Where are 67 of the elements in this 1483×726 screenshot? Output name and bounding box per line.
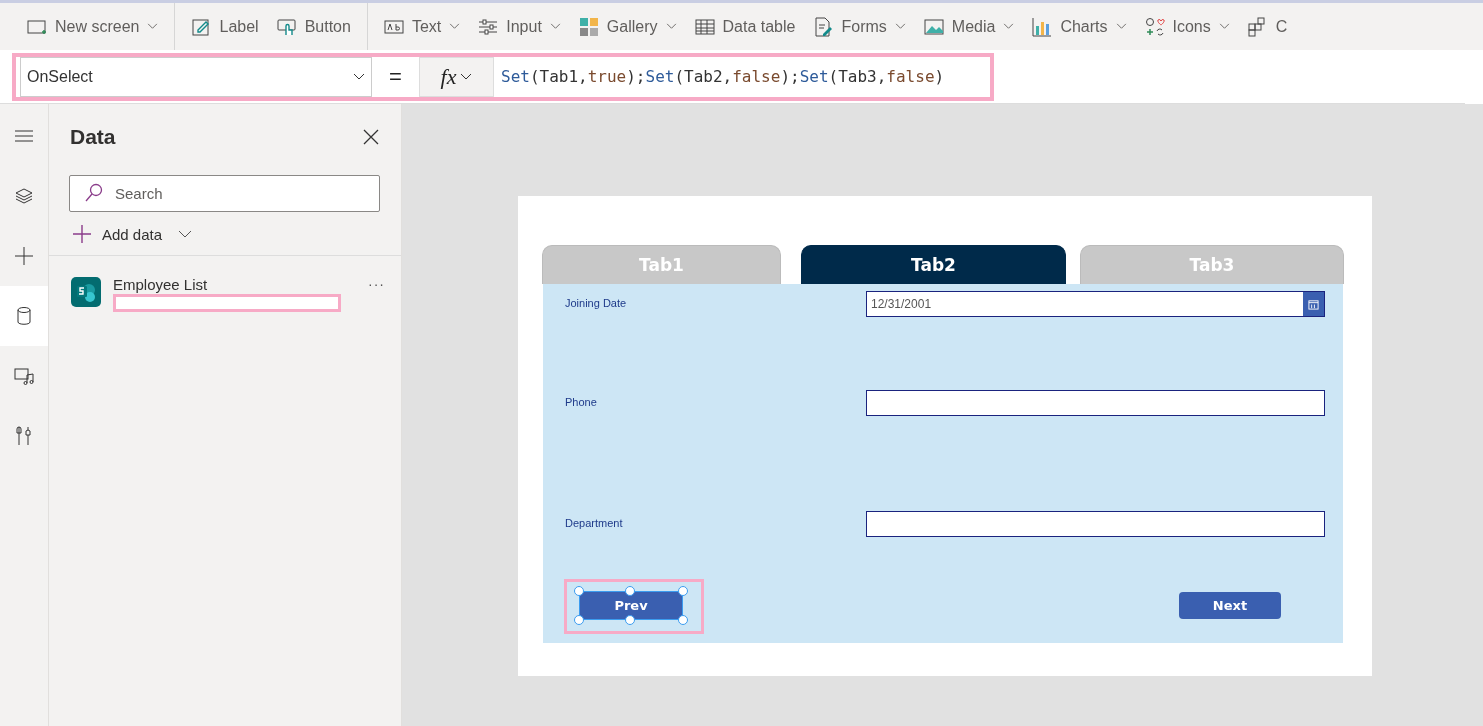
formula-input[interactable]: Set(Tab1,true);Set(Tab2,false);Set(Tab3,false) (494, 56, 986, 97)
app-button[interactable]: Next (1179, 592, 1281, 619)
caret-icon (147, 23, 159, 30)
table-icon (694, 16, 715, 37)
caret-icon (460, 72, 473, 81)
field-label: Joining Date (565, 296, 628, 309)
plus-icon (72, 224, 92, 244)
field-label: Department (565, 516, 624, 529)
property-dropdown[interactable]: OnSelect (20, 56, 372, 97)
toolbar-button[interactable]: C (1238, 8, 1297, 45)
form-icon (813, 16, 834, 37)
layout-icon (1247, 16, 1268, 37)
sliders-icon (478, 16, 499, 37)
caret-icon (353, 72, 365, 81)
selection-handle[interactable] (574, 586, 584, 596)
caret-icon (1218, 23, 1230, 30)
grid-icon (578, 16, 599, 37)
tools-icon (14, 426, 34, 446)
caret-icon (665, 23, 677, 30)
tap-icon (276, 16, 297, 37)
selection-handle[interactable] (678, 615, 688, 625)
caret-icon (178, 230, 193, 238)
layers-icon (14, 186, 34, 206)
toolbar-button[interactable]: Data table (685, 8, 805, 45)
toolbar-button[interactable]: Button (267, 3, 368, 50)
toolbar-button[interactable]: New screen (18, 3, 176, 50)
data-source-name[interactable]: Employee List (113, 276, 356, 293)
toolbar-button[interactable]: Input (469, 8, 570, 45)
fx-button[interactable]: fx (419, 56, 494, 97)
caret-icon (549, 23, 561, 30)
database-icon (14, 306, 34, 326)
plus-icon (14, 246, 34, 266)
equals-sign: = (388, 63, 403, 90)
media-icon (14, 366, 34, 386)
tab[interactable]: Tab2 (801, 245, 1066, 284)
caret-icon (894, 23, 906, 30)
pencil-icon (191, 16, 212, 37)
toolbar-button[interactable]: Label (182, 8, 268, 45)
caret-icon (449, 23, 461, 30)
toolbar-button[interactable]: Text (374, 8, 470, 45)
toolbar-button[interactable]: Gallery (569, 8, 686, 45)
text-input[interactable] (866, 390, 1325, 416)
add-data-button[interactable]: Add data (72, 224, 193, 244)
close-icon[interactable] (363, 129, 379, 145)
caret-icon (1115, 23, 1127, 30)
toolbar-button[interactable]: Media (914, 8, 1024, 45)
toolbar-button[interactable]: Icons (1135, 8, 1239, 45)
field-label: Phone (565, 395, 598, 408)
image-icon (923, 16, 944, 37)
text-input[interactable] (866, 511, 1325, 537)
selection-handle[interactable] (625, 615, 635, 625)
sharepoint-icon (71, 277, 101, 307)
toolbar-button[interactable]: Forms (804, 8, 915, 45)
search-field[interactable]: Search (69, 175, 380, 212)
search-icon (84, 183, 104, 203)
app-button[interactable]: Prev (580, 592, 682, 619)
date-picker[interactable]: 12/31/2001 (866, 291, 1325, 317)
selection-handle[interactable] (678, 586, 688, 596)
calendar-icon (1308, 298, 1319, 310)
more-button[interactable]: ··· (368, 276, 385, 292)
bar-chart-icon (1032, 16, 1053, 37)
panel-title: Data (70, 125, 116, 149)
selection-handle[interactable] (574, 615, 584, 625)
toolbar-button[interactable]: Charts (1023, 8, 1136, 45)
caret-icon (1003, 23, 1015, 30)
selection-handle[interactable] (625, 586, 635, 596)
icons-icon (1144, 16, 1165, 37)
